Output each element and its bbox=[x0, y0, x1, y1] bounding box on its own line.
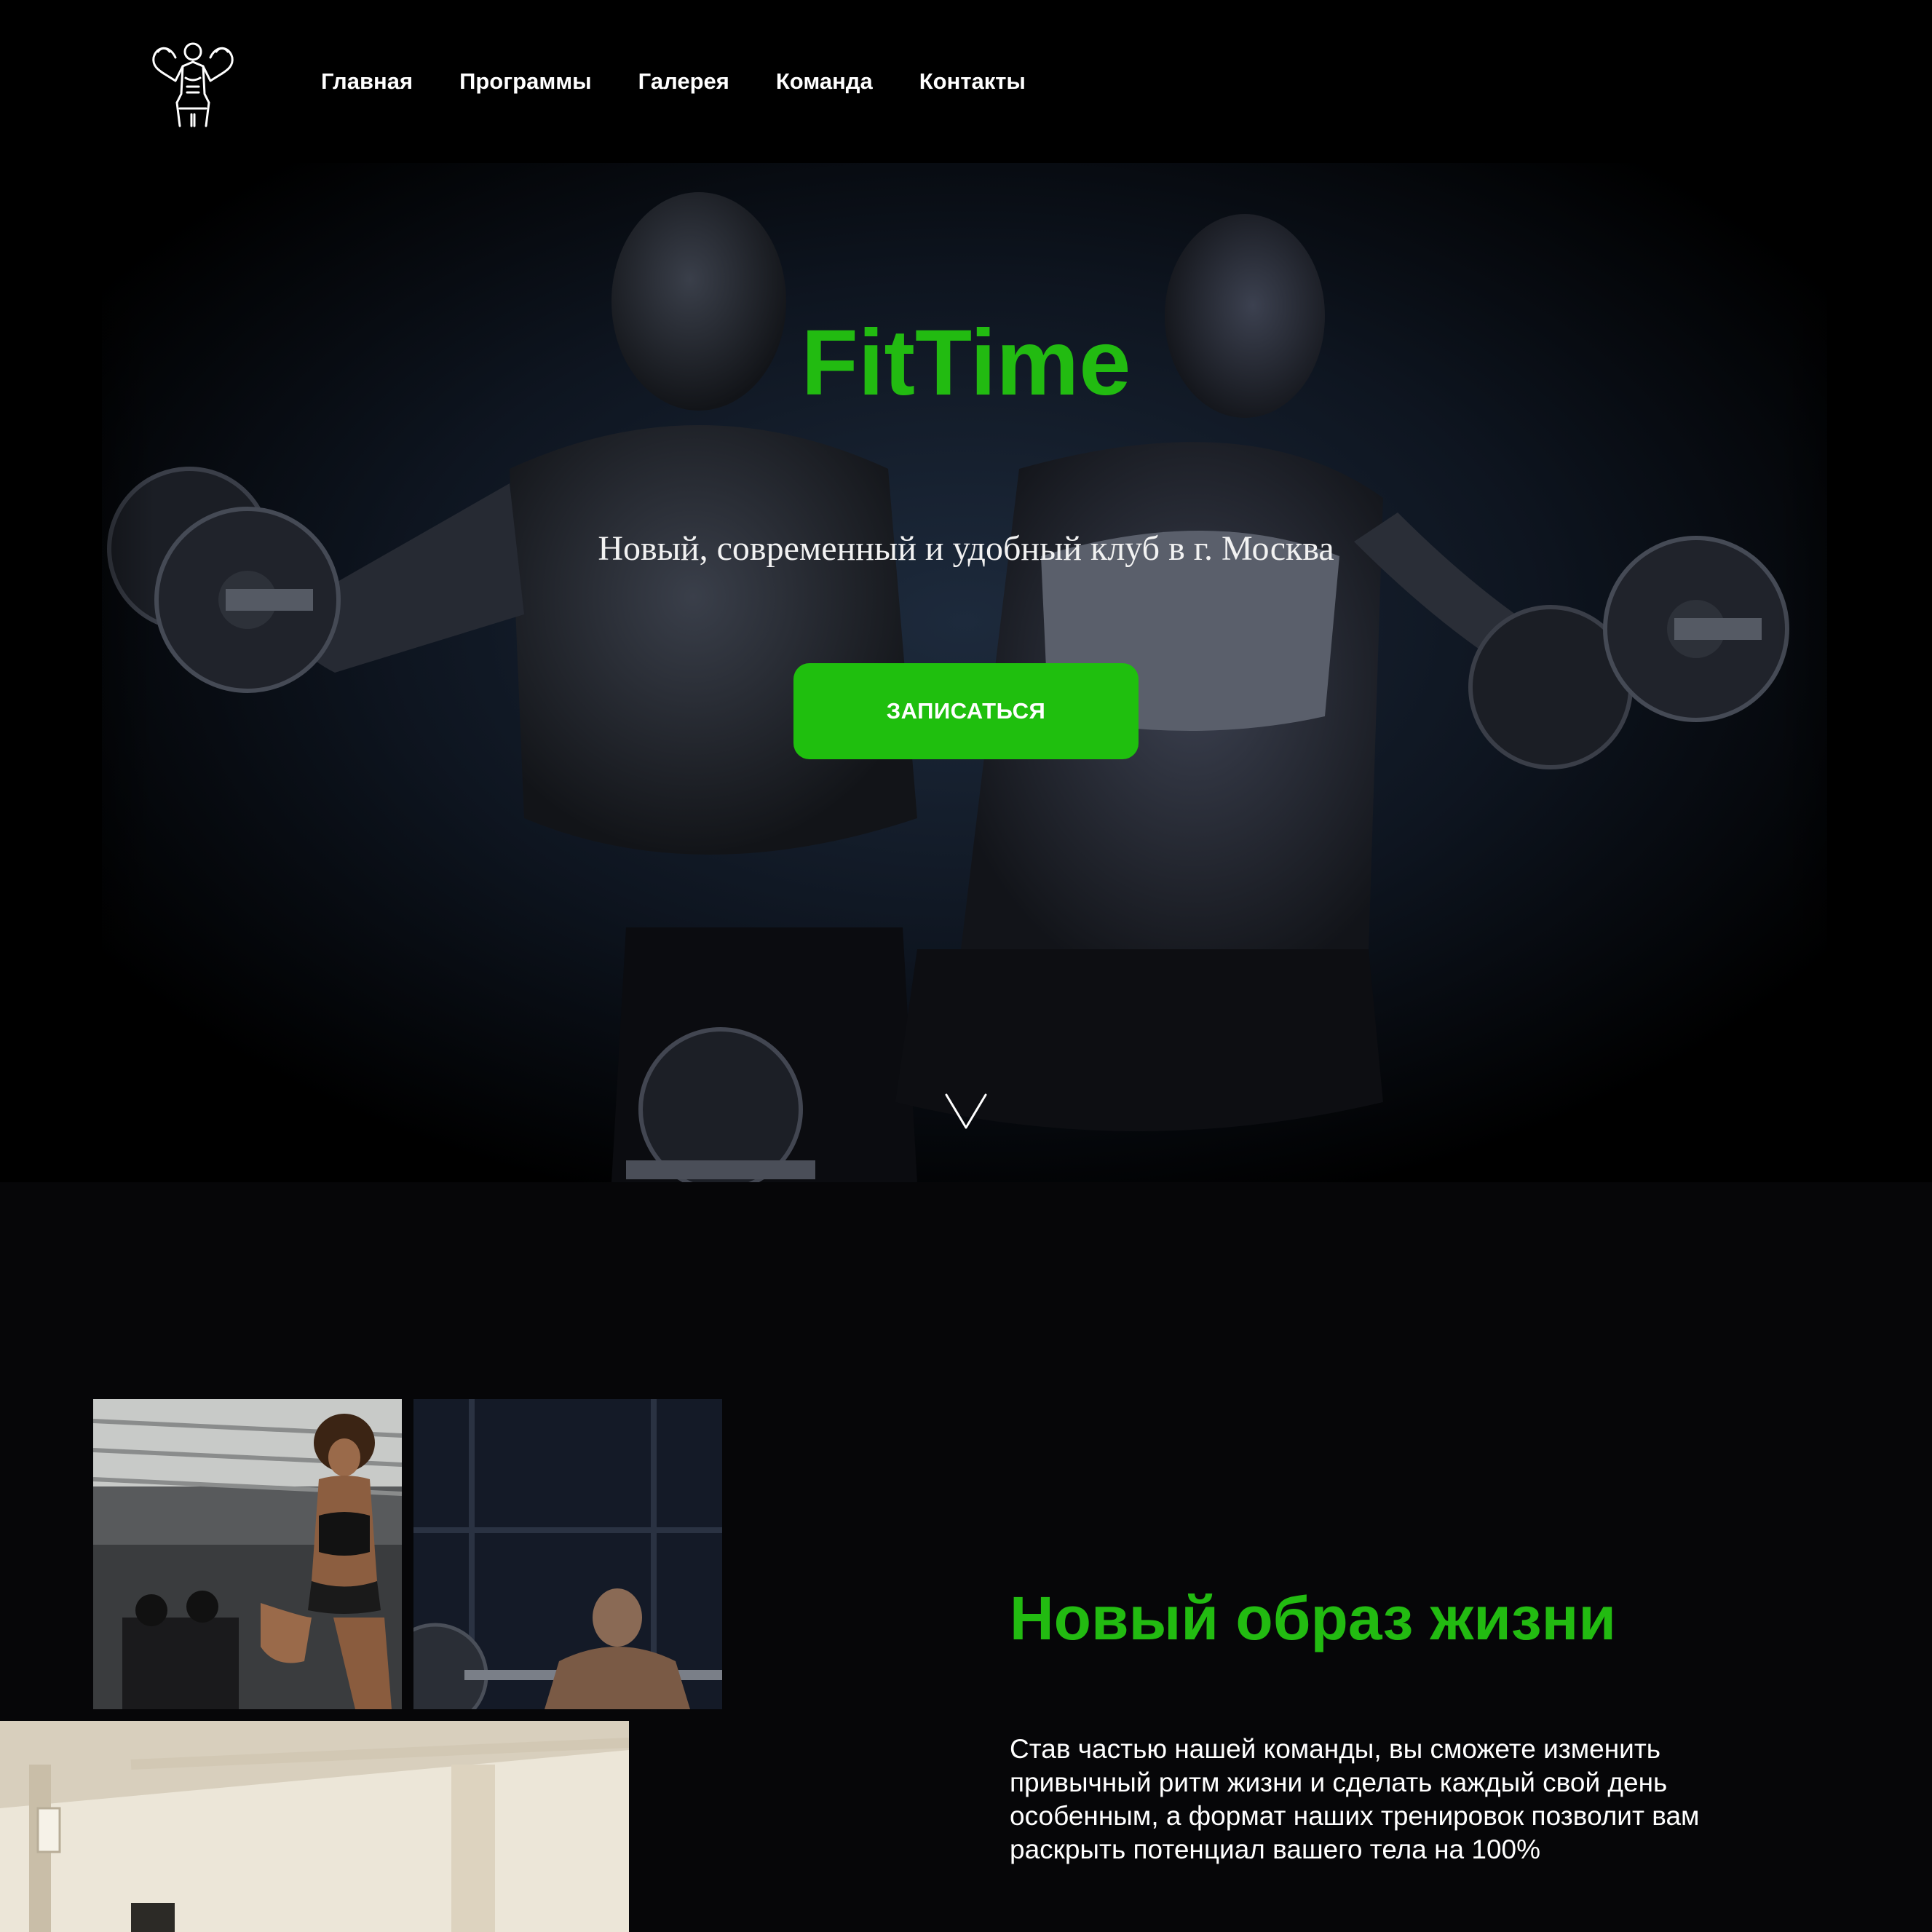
hero-section: FitTime Новый, современный и удобный клу… bbox=[0, 163, 1932, 1182]
nav-link-contacts[interactable]: Контакты bbox=[919, 67, 1026, 96]
site-header: Главная Программы Галерея Команда Контак… bbox=[0, 0, 1932, 163]
nav-link-gallery[interactable]: Галерея bbox=[638, 67, 729, 96]
main-nav: Главная Программы Галерея Команда Контак… bbox=[321, 67, 1072, 96]
gallery-photo-barbell bbox=[413, 1399, 722, 1709]
gallery-photo-box-jump bbox=[93, 1399, 402, 1709]
nav-link-team[interactable]: Команда bbox=[776, 67, 873, 96]
nav-link-home[interactable]: Главная bbox=[321, 67, 413, 96]
hero-title: FitTime bbox=[801, 311, 1131, 415]
signup-button[interactable]: ЗАПИСАТЬСЯ bbox=[793, 663, 1139, 759]
nav-link-programs[interactable]: Программы bbox=[459, 67, 592, 96]
about-text: Став частью нашей команды, вы сможете из… bbox=[1010, 1734, 1700, 1864]
hero-subtitle: Новый, современный и удобный клуб в г. М… bbox=[598, 529, 1334, 568]
chevron-down-icon[interactable] bbox=[944, 1093, 988, 1131]
about-title: Новый образ жизни bbox=[1010, 1584, 1616, 1652]
bodybuilder-icon[interactable] bbox=[148, 36, 238, 127]
gallery-photo-interior bbox=[0, 1721, 629, 1932]
about-section: Новый образ жизни Став частью нашей кома… bbox=[0, 1182, 1932, 1932]
